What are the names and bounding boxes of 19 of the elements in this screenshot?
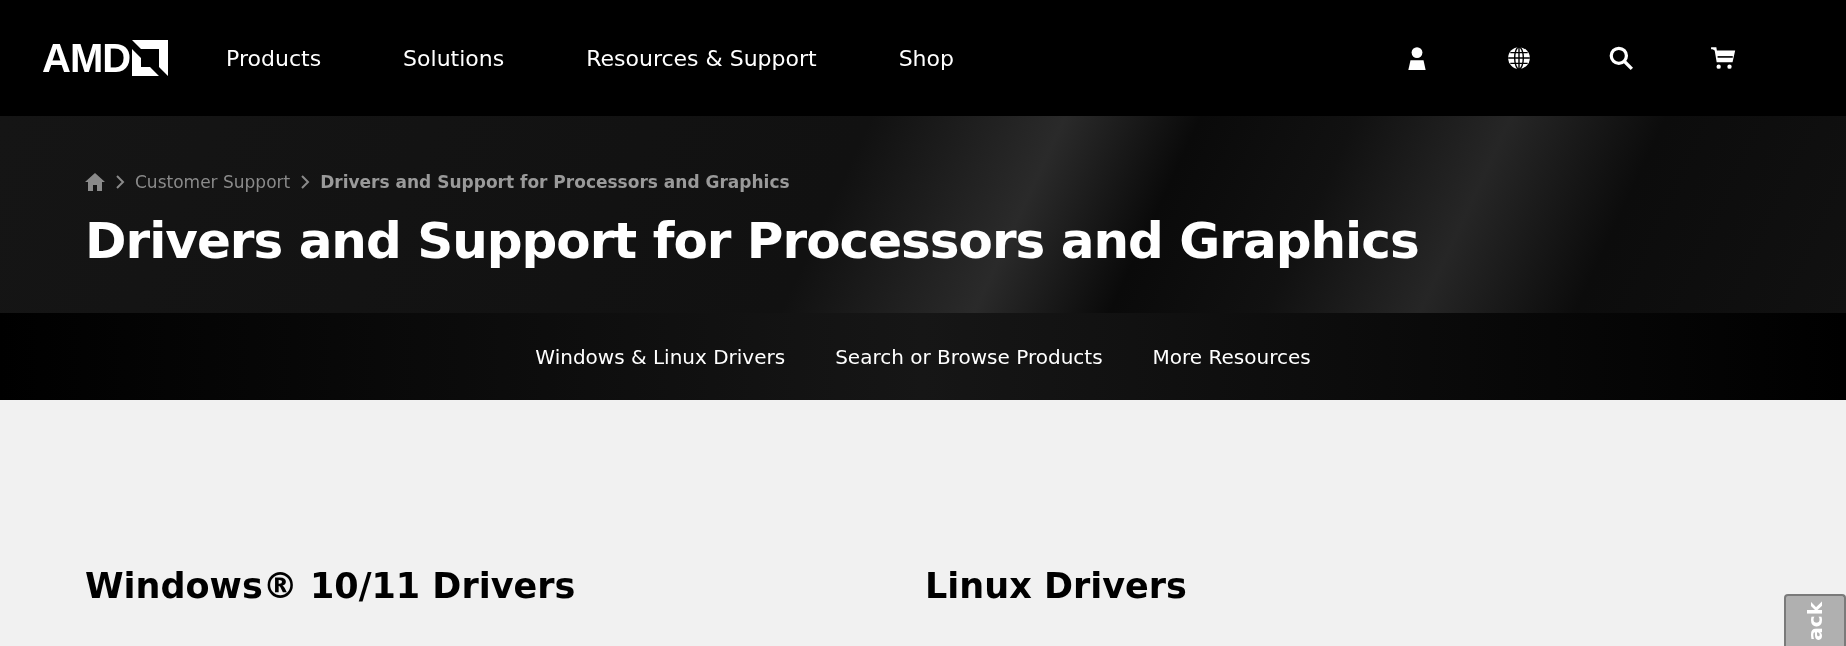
subnav-link[interactable]: Windows & Linux Drivers [535,344,786,369]
subnav-link[interactable]: Search or Browse Products [835,344,1103,369]
breadcrumb-link[interactable]: Customer Support [135,172,291,192]
chevron-icon [300,175,311,189]
globe-icon[interactable] [1506,45,1532,71]
amd-logo[interactable]: AMD [42,35,169,81]
search-icon[interactable] [1608,45,1634,71]
nav-link[interactable]: Shop [898,45,954,71]
home-icon[interactable] [85,173,105,191]
breadcrumb-current: Drivers and Support for Processors and Graphics [320,172,790,192]
subnav-link[interactable]: More Resources [1152,344,1311,369]
nav-link[interactable]: Resources & Support [586,45,817,71]
section-heading: Windows® 10/11 Drivers [85,566,577,606]
nav-link[interactable]: Products [226,45,322,71]
cart-icon[interactable] [1710,45,1736,71]
nav-link[interactable]: Solutions [403,45,505,71]
page-title: Drivers and Support for Processors and Graphics [85,212,1420,270]
chevron-icon [115,175,125,189]
section-heading: Linux Drivers [925,566,1188,606]
